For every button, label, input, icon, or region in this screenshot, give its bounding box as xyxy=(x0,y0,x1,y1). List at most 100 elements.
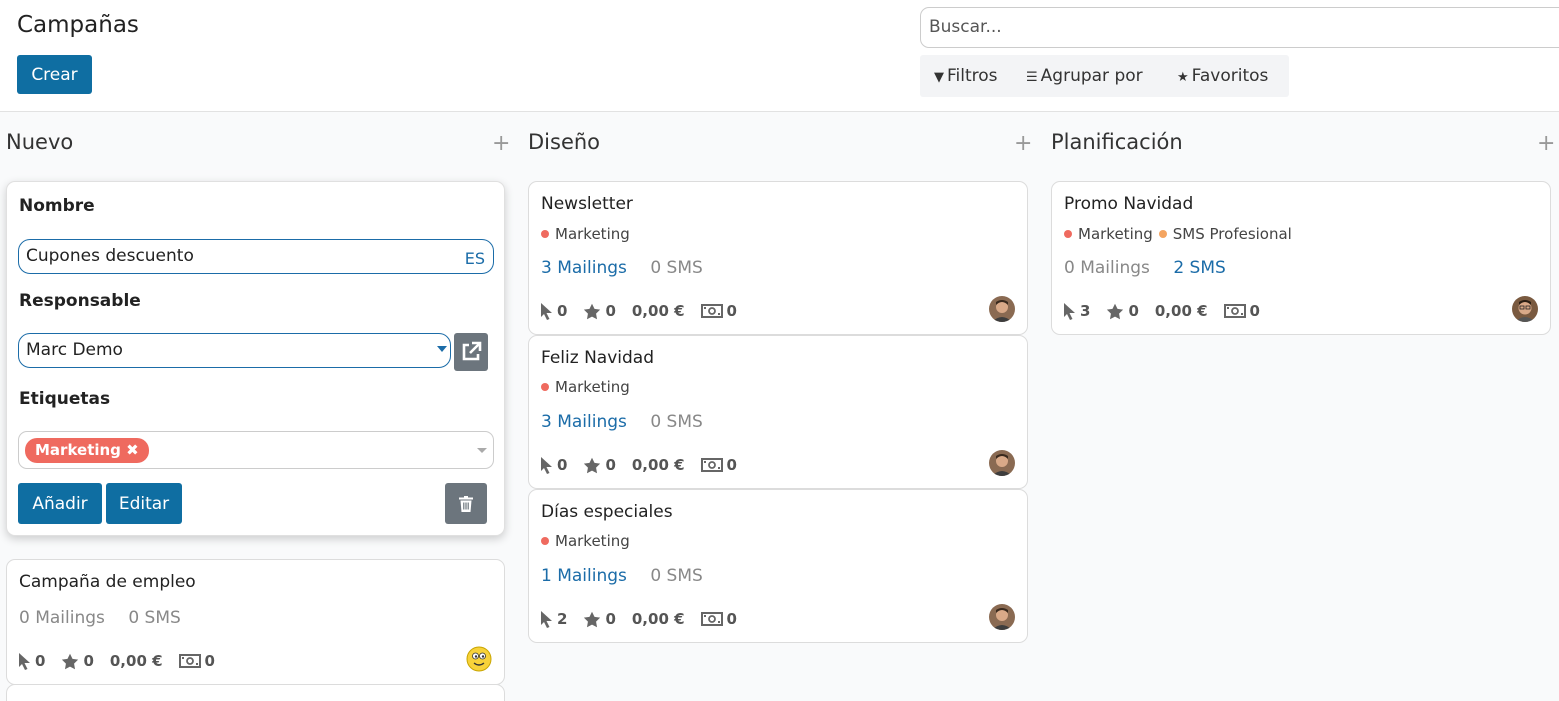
sms-count[interactable]: 0 SMS xyxy=(128,608,180,628)
filter-icon: ▼ xyxy=(934,70,944,85)
star-icon: ★ xyxy=(1177,70,1189,85)
mailing-counts: 3 Mailings 0 SMS xyxy=(541,258,703,278)
trash-icon xyxy=(459,495,473,512)
mailing-counts: 0 Mailings 2 SMS xyxy=(1064,258,1226,278)
campaign-card[interactable] xyxy=(6,684,505,701)
campaign-card[interactable]: Días especiales Marketing 1 Mailings 0 S… xyxy=(528,489,1028,643)
tag-marketing: Marketing ✖ xyxy=(25,438,149,463)
tag-color-dot xyxy=(541,383,549,391)
money-icon xyxy=(1223,304,1246,318)
money-icon xyxy=(178,654,201,668)
external-link-button[interactable] xyxy=(454,333,488,371)
campaign-tags: Marketing xyxy=(541,378,630,396)
dropdown-caret-icon xyxy=(477,448,487,453)
mailing-counts: 1 Mailings 0 SMS xyxy=(541,566,703,586)
avatar xyxy=(1512,296,1538,322)
mailings-count[interactable]: 3 Mailings xyxy=(541,412,627,432)
tag-label: Marketing xyxy=(555,378,630,396)
responsible-value: Marc Demo xyxy=(26,340,123,360)
tag-label: SMS Profesional xyxy=(1172,225,1292,243)
campaign-card[interactable]: Promo Navidad Marketing SMS Profesional … xyxy=(1051,181,1551,335)
cursor-icon xyxy=(541,611,552,628)
money-icon xyxy=(700,458,723,472)
revenue: 0,00 € xyxy=(631,456,685,474)
name-label: Nombre xyxy=(19,196,95,216)
star-icon xyxy=(584,457,601,473)
mailings-count[interactable]: 0 Mailings xyxy=(19,608,105,628)
star-icon xyxy=(1107,303,1124,319)
sms-count[interactable]: 2 SMS xyxy=(1173,258,1225,278)
group-by-button[interactable]: ☰ Agrupar por xyxy=(1026,55,1143,97)
column-add-icon[interactable]: + xyxy=(1014,131,1032,156)
language-button[interactable]: ES xyxy=(465,242,485,275)
filters-button[interactable]: ▼ Filtros xyxy=(934,55,998,97)
avatar xyxy=(989,450,1015,476)
campaign-stats: 3 0 0,00 € 0 xyxy=(1063,302,1276,320)
control-panel: Campañas Crear Buscar... ▼ Filtros ☰ Agrup… xyxy=(0,0,1559,112)
tag-color-dot xyxy=(541,230,549,238)
tags-field[interactable]: Marketing ✖ xyxy=(18,431,494,469)
tags-label: Etiquetas xyxy=(19,389,111,409)
name-value: Cupones descuento xyxy=(26,246,194,266)
star-icon xyxy=(62,653,79,669)
responsible-field[interactable]: Marc Demo xyxy=(18,333,451,368)
dropdown-caret-icon xyxy=(437,346,447,352)
favorites-button[interactable]: ★ Favoritos xyxy=(1177,55,1268,97)
mailings-count[interactable]: 0 Mailings xyxy=(1064,258,1150,278)
revenue: 0,00 € xyxy=(631,302,685,320)
tag-color-dot xyxy=(1158,230,1167,238)
mailing-counts: 0 Mailings 0 SMS xyxy=(19,608,181,628)
tag-label: Marketing xyxy=(555,225,630,243)
campaign-name: Newsletter xyxy=(541,194,633,214)
sms-count[interactable]: 0 SMS xyxy=(650,566,702,586)
mailings-count[interactable]: 3 Mailings xyxy=(541,258,627,278)
tag-color-dot xyxy=(1064,230,1072,238)
money-icon xyxy=(700,304,723,318)
search-options: ▼ Filtros ☰ Agrupar por ★ Favoritos xyxy=(920,55,1289,97)
column-title-diseno: Diseño xyxy=(528,130,601,154)
column-title-nuevo: Nuevo xyxy=(6,130,74,154)
revenue: 0,00 € xyxy=(631,610,685,628)
star-icon xyxy=(584,303,601,319)
mailings-count[interactable]: 1 Mailings xyxy=(541,566,627,586)
campaign-stats: 0 0 0,00 € 0 xyxy=(540,456,753,474)
discard-button[interactable] xyxy=(445,483,487,524)
campaign-card[interactable]: Feliz Navidad Marketing 3 Mailings 0 SMS… xyxy=(528,335,1028,489)
campaign-name: Promo Navidad xyxy=(1064,194,1194,214)
campaign-card[interactable]: Newsletter Marketing 3 Mailings 0 SMS 0 … xyxy=(528,181,1028,335)
column-title-planificacion: Planificación xyxy=(1051,130,1183,154)
star-icon xyxy=(584,611,601,627)
column-add-icon[interactable]: + xyxy=(492,131,510,156)
name-field[interactable]: Cupones descuento ES xyxy=(18,239,494,274)
revenue: 0,00 € xyxy=(109,652,163,670)
campaign-tags: Marketing xyxy=(541,225,630,243)
add-button[interactable]: Añadir xyxy=(18,483,102,524)
column-add-icon[interactable]: + xyxy=(1537,131,1555,156)
campaign-name: Días especiales xyxy=(541,502,673,522)
avatar-smiley xyxy=(466,646,492,672)
responsible-label: Responsable xyxy=(19,291,141,311)
search-input[interactable]: Buscar... xyxy=(920,7,1559,48)
cursor-icon xyxy=(541,303,552,320)
edit-button[interactable]: Editar xyxy=(106,483,182,524)
campaign-stats: 2 0 0,00 € 0 xyxy=(540,610,753,628)
campaign-tags: Marketing SMS Profesional xyxy=(1064,225,1292,243)
remove-tag-icon[interactable]: ✖ xyxy=(126,441,139,459)
quick-create-card: Nombre Cupones descuento ES Responsable … xyxy=(6,181,505,536)
tag-label: Marketing xyxy=(1078,225,1153,243)
avatar xyxy=(989,296,1015,322)
sms-count[interactable]: 0 SMS xyxy=(650,412,702,432)
mailing-counts: 3 Mailings 0 SMS xyxy=(541,412,703,432)
sms-count[interactable]: 0 SMS xyxy=(650,258,702,278)
tag-color-dot xyxy=(541,537,549,545)
campaign-card[interactable]: Campaña de empleo 0 Mailings 0 SMS 0 0 0… xyxy=(6,559,505,685)
create-button[interactable]: Crear xyxy=(17,55,92,94)
campaign-name: Feliz Navidad xyxy=(541,348,654,368)
campaign-stats: 0 0 0,00 € 0 xyxy=(18,652,231,670)
external-link-icon xyxy=(462,341,482,361)
campaign-name: Campaña de empleo xyxy=(19,572,196,592)
cursor-icon xyxy=(19,653,30,670)
page-title: Campañas xyxy=(17,12,139,38)
cursor-icon xyxy=(541,457,552,474)
avatar xyxy=(989,604,1015,630)
